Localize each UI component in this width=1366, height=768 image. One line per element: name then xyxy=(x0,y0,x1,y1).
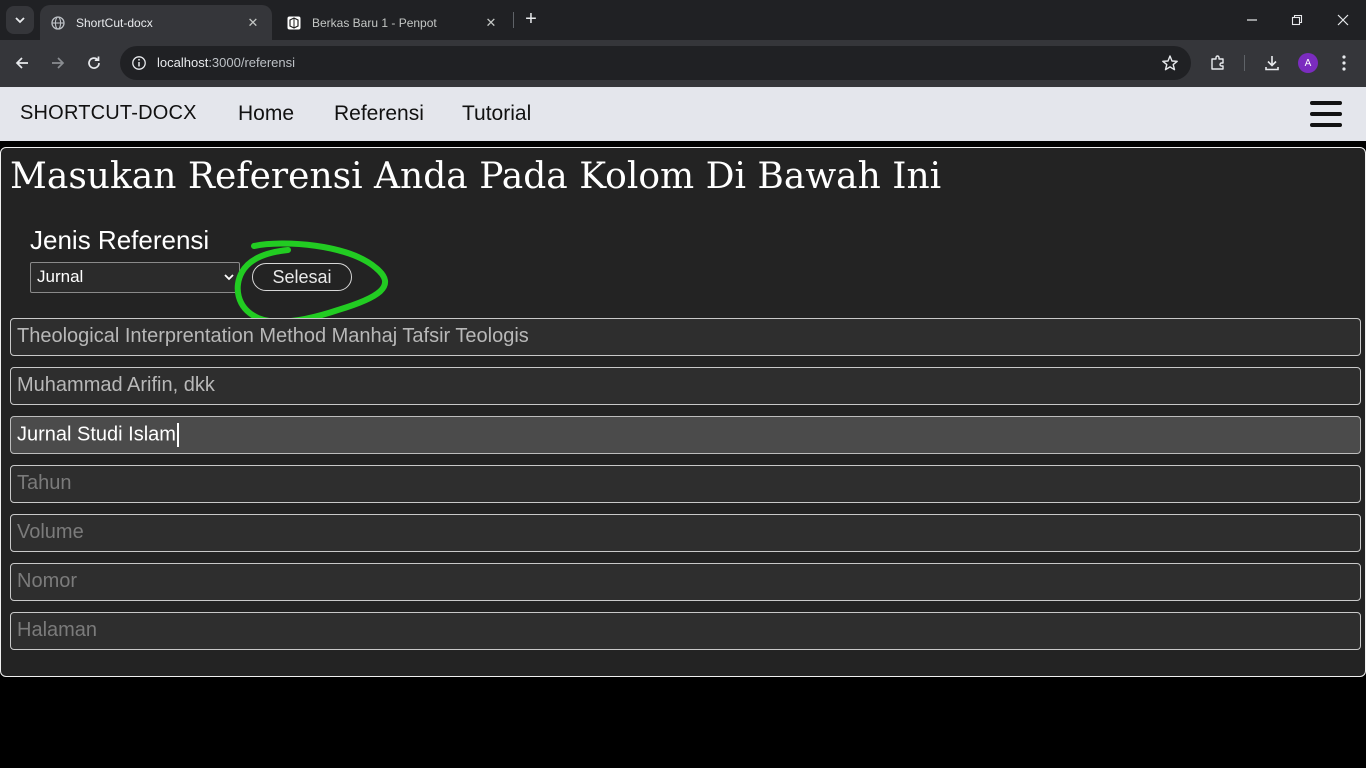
field-value: Muhammad Arifin, dkk xyxy=(17,374,215,396)
tab-penpot[interactable]: Berkas Baru 1 - Penpot ✕ xyxy=(276,5,510,40)
url-host: localhost xyxy=(157,55,209,70)
new-tab-button[interactable]: + xyxy=(520,9,542,31)
download-icon xyxy=(1265,56,1279,71)
browser-menu-button[interactable] xyxy=(1333,52,1355,74)
downloads-button[interactable] xyxy=(1261,52,1283,74)
field-placeholder: Tahun xyxy=(17,472,72,494)
forward-button[interactable] xyxy=(46,51,70,75)
field-penulis[interactable]: Muhammad Arifin, dkk xyxy=(10,367,1361,405)
window-close-button[interactable] xyxy=(1330,8,1356,32)
brand-logo[interactable]: SHORTCUT-DOCX xyxy=(20,102,197,125)
minimize-button[interactable] xyxy=(1239,8,1265,32)
reload-button[interactable] xyxy=(82,51,106,75)
annotation-circle xyxy=(234,240,389,325)
puzzle-icon xyxy=(1211,55,1224,70)
nav-link-tutorial[interactable]: Tutorial xyxy=(462,102,531,126)
field-value: Theological Interprentation Method Manha… xyxy=(17,325,529,347)
chevron-down-icon xyxy=(15,17,25,24)
field-nomor[interactable]: Nomor xyxy=(10,563,1361,601)
kebab-menu-icon xyxy=(1342,55,1346,71)
minimize-icon xyxy=(1247,19,1257,21)
nav-link-referensi[interactable]: Referensi xyxy=(334,102,424,126)
field-nama-jurnal[interactable]: Jurnal Studi Islam xyxy=(10,416,1361,454)
field-tahun[interactable]: Tahun xyxy=(10,465,1361,503)
restore-icon xyxy=(1291,14,1303,26)
field-placeholder: Volume xyxy=(17,521,84,543)
field-judul[interactable]: Theological Interprentation Method Manha… xyxy=(10,318,1361,356)
reference-type-value: Jurnal xyxy=(37,267,84,286)
url-text[interactable]: localhost:3000/referensi xyxy=(157,55,295,70)
globe-icon xyxy=(50,15,66,31)
hamburger-bar xyxy=(1310,101,1342,105)
field-placeholder: Nomor xyxy=(17,570,78,592)
tab-separator xyxy=(513,12,514,28)
browser-toolbar: localhost:3000/referensi xyxy=(0,40,1366,87)
close-icon xyxy=(1337,14,1349,26)
extensions-button[interactable] xyxy=(1207,52,1229,74)
hamburger-menu-icon[interactable] xyxy=(1310,101,1342,127)
page-title: Masukan Referensi Anda Pada Kolom Di Baw… xyxy=(10,156,942,197)
reference-type-select[interactable]: Jurnal xyxy=(30,262,240,293)
address-bar[interactable]: localhost:3000/referensi xyxy=(120,46,1191,80)
hamburger-bar xyxy=(1310,112,1342,116)
tab-strip: ShortCut-docx ✕ Berkas Baru 1 - Penpot ✕… xyxy=(0,0,1366,40)
tab-shortcut-docx[interactable]: ShortCut-docx ✕ xyxy=(40,5,272,40)
url-path: :3000/referensi xyxy=(208,55,296,70)
toolbar-divider xyxy=(1244,55,1245,71)
arrow-left-icon xyxy=(15,57,28,69)
reload-icon xyxy=(88,56,100,69)
penpot-icon xyxy=(286,15,302,31)
tab-search-button[interactable] xyxy=(6,6,34,34)
bookmark-star-icon[interactable] xyxy=(1161,54,1179,72)
field-volume[interactable]: Volume xyxy=(10,514,1361,552)
tab-title: Berkas Baru 1 - Penpot xyxy=(312,15,437,30)
text-caret xyxy=(176,423,179,447)
back-button[interactable] xyxy=(10,51,34,75)
restore-button[interactable] xyxy=(1284,8,1310,32)
arrow-right-icon xyxy=(52,57,65,69)
site-navbar: SHORTCUT-DOCX Home Referensi Tutorial xyxy=(0,87,1366,141)
close-icon[interactable]: ✕ xyxy=(244,14,262,32)
tab-title: ShortCut-docx xyxy=(76,15,153,30)
site-info-icon[interactable] xyxy=(130,54,148,72)
field-placeholder: Halaman xyxy=(17,619,98,641)
field-halaman[interactable]: Halaman xyxy=(10,612,1361,650)
nav-link-home[interactable]: Home xyxy=(238,102,294,126)
close-icon[interactable]: ✕ xyxy=(482,14,500,32)
profile-avatar[interactable]: A xyxy=(1298,53,1318,73)
reference-type-label: Jenis Referensi xyxy=(30,225,210,255)
hamburger-bar xyxy=(1310,123,1342,127)
field-value: Jurnal Studi Islam xyxy=(17,423,176,446)
